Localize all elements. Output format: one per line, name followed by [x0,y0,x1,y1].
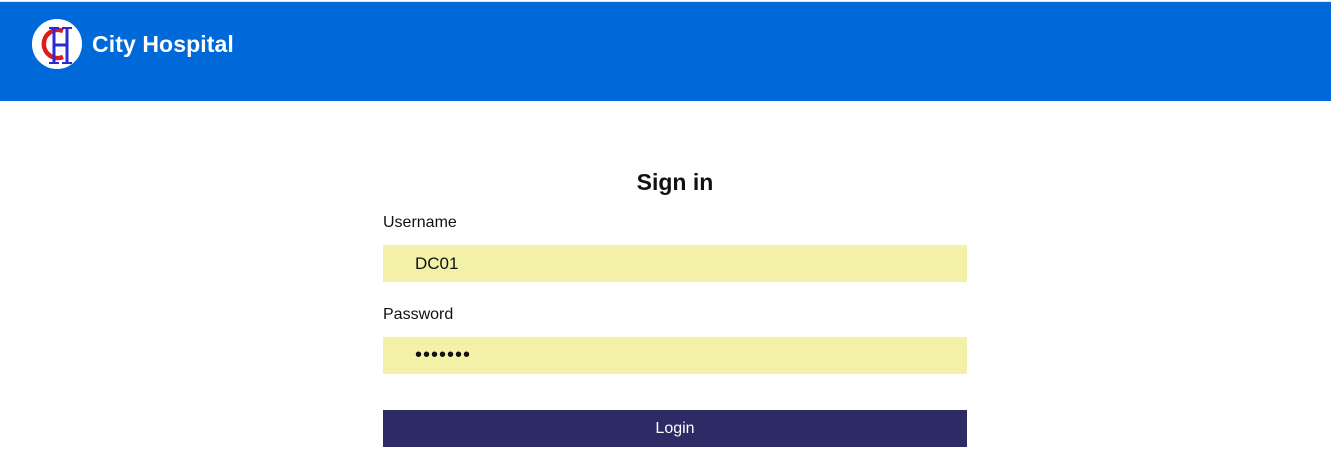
login-button[interactable]: Login [383,410,967,447]
username-label: Username [383,214,457,231]
password-input[interactable] [383,337,967,374]
brand-title: City Hospital [92,31,234,57]
password-label: Password [383,306,454,323]
site-header: City Hospital [0,1,1331,101]
signin-title: Sign in [636,169,714,195]
signin-form: Sign in Username Password Login [383,160,967,447]
city-hospital-logo-icon [32,19,82,69]
username-input[interactable] [383,245,967,282]
